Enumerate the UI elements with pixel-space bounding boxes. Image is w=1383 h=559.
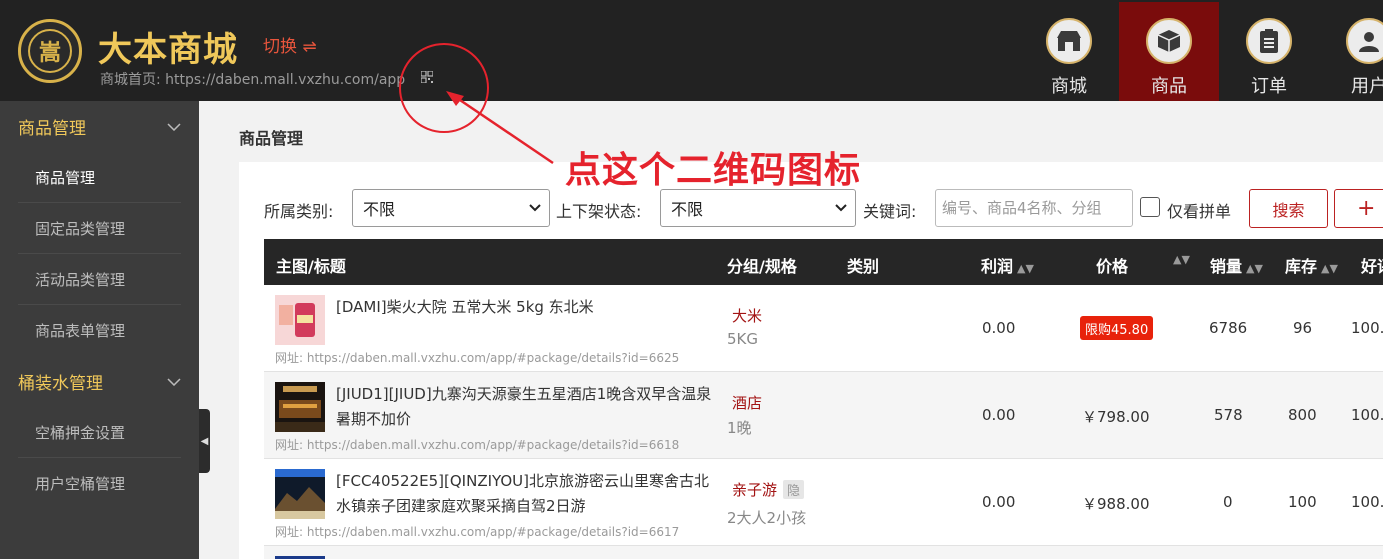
annotation-text: 点这个二维码图标 [565, 150, 862, 191]
arrowhead-icon [446, 91, 464, 106]
annotation-overlay [399, 43, 554, 165]
annotation-arrow [453, 94, 554, 165]
highlight-circle [399, 43, 489, 133]
